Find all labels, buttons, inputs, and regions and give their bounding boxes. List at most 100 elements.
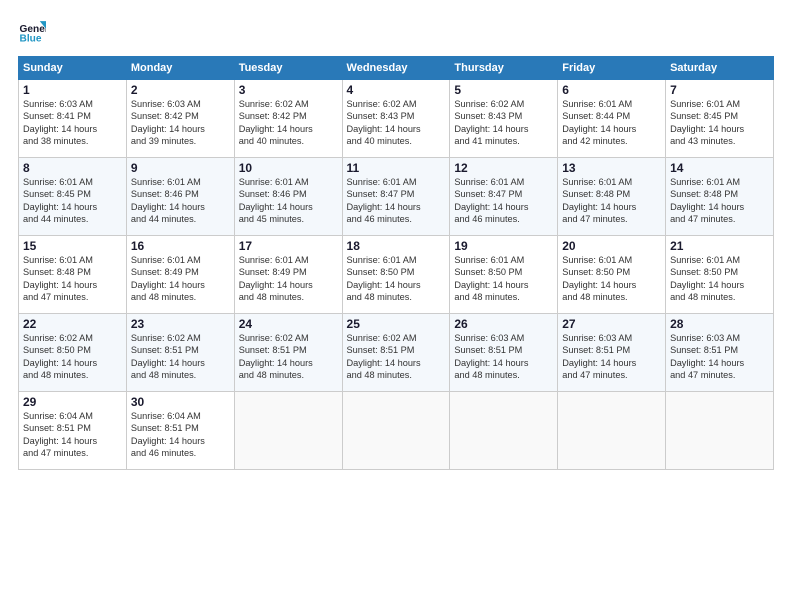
day-number: 23: [131, 317, 230, 331]
day-header-wednesday: Wednesday: [342, 57, 450, 80]
day-number: 14: [670, 161, 769, 175]
calendar-cell: 15Sunrise: 6:01 AMSunset: 8:48 PMDayligh…: [19, 236, 127, 314]
day-header-sunday: Sunday: [19, 57, 127, 80]
day-number: 9: [131, 161, 230, 175]
calendar-cell: 4Sunrise: 6:02 AMSunset: 8:43 PMDaylight…: [342, 80, 450, 158]
day-info: Sunrise: 6:02 AMSunset: 8:51 PMDaylight:…: [239, 332, 338, 382]
day-number: 3: [239, 83, 338, 97]
day-info: Sunrise: 6:04 AMSunset: 8:51 PMDaylight:…: [131, 410, 230, 460]
calendar-cell: 17Sunrise: 6:01 AMSunset: 8:49 PMDayligh…: [234, 236, 342, 314]
day-number: 11: [347, 161, 446, 175]
calendar-cell: 22Sunrise: 6:02 AMSunset: 8:50 PMDayligh…: [19, 314, 127, 392]
day-info: Sunrise: 6:01 AMSunset: 8:45 PMDaylight:…: [23, 176, 122, 226]
day-number: 17: [239, 239, 338, 253]
day-number: 6: [562, 83, 661, 97]
day-header-thursday: Thursday: [450, 57, 558, 80]
day-number: 4: [347, 83, 446, 97]
day-info: Sunrise: 6:01 AMSunset: 8:44 PMDaylight:…: [562, 98, 661, 148]
calendar-cell: 21Sunrise: 6:01 AMSunset: 8:50 PMDayligh…: [666, 236, 774, 314]
day-header-tuesday: Tuesday: [234, 57, 342, 80]
calendar-cell: 27Sunrise: 6:03 AMSunset: 8:51 PMDayligh…: [558, 314, 666, 392]
calendar-cell: 25Sunrise: 6:02 AMSunset: 8:51 PMDayligh…: [342, 314, 450, 392]
day-info: Sunrise: 6:01 AMSunset: 8:47 PMDaylight:…: [347, 176, 446, 226]
day-info: Sunrise: 6:02 AMSunset: 8:43 PMDaylight:…: [454, 98, 553, 148]
day-info: Sunrise: 6:02 AMSunset: 8:42 PMDaylight:…: [239, 98, 338, 148]
calendar-cell: [342, 392, 450, 470]
calendar-cell: 9Sunrise: 6:01 AMSunset: 8:46 PMDaylight…: [126, 158, 234, 236]
calendar-cell: 12Sunrise: 6:01 AMSunset: 8:47 PMDayligh…: [450, 158, 558, 236]
day-number: 12: [454, 161, 553, 175]
day-info: Sunrise: 6:03 AMSunset: 8:51 PMDaylight:…: [562, 332, 661, 382]
day-info: Sunrise: 6:03 AMSunset: 8:51 PMDaylight:…: [670, 332, 769, 382]
day-info: Sunrise: 6:02 AMSunset: 8:51 PMDaylight:…: [131, 332, 230, 382]
calendar-cell: 11Sunrise: 6:01 AMSunset: 8:47 PMDayligh…: [342, 158, 450, 236]
day-number: 2: [131, 83, 230, 97]
day-number: 26: [454, 317, 553, 331]
calendar-cell: 14Sunrise: 6:01 AMSunset: 8:48 PMDayligh…: [666, 158, 774, 236]
day-number: 16: [131, 239, 230, 253]
day-number: 7: [670, 83, 769, 97]
day-info: Sunrise: 6:01 AMSunset: 8:50 PMDaylight:…: [670, 254, 769, 304]
day-header-saturday: Saturday: [666, 57, 774, 80]
day-number: 13: [562, 161, 661, 175]
calendar-cell: 10Sunrise: 6:01 AMSunset: 8:46 PMDayligh…: [234, 158, 342, 236]
day-number: 25: [347, 317, 446, 331]
day-info: Sunrise: 6:01 AMSunset: 8:49 PMDaylight:…: [239, 254, 338, 304]
day-info: Sunrise: 6:01 AMSunset: 8:47 PMDaylight:…: [454, 176, 553, 226]
svg-text:Blue: Blue: [20, 33, 42, 44]
day-number: 18: [347, 239, 446, 253]
day-info: Sunrise: 6:02 AMSunset: 8:51 PMDaylight:…: [347, 332, 446, 382]
day-number: 1: [23, 83, 122, 97]
calendar-cell: 30Sunrise: 6:04 AMSunset: 8:51 PMDayligh…: [126, 392, 234, 470]
day-info: Sunrise: 6:04 AMSunset: 8:51 PMDaylight:…: [23, 410, 122, 460]
day-info: Sunrise: 6:01 AMSunset: 8:45 PMDaylight:…: [670, 98, 769, 148]
day-info: Sunrise: 6:02 AMSunset: 8:43 PMDaylight:…: [347, 98, 446, 148]
calendar-cell: 8Sunrise: 6:01 AMSunset: 8:45 PMDaylight…: [19, 158, 127, 236]
calendar-cell: [450, 392, 558, 470]
calendar-cell: 2Sunrise: 6:03 AMSunset: 8:42 PMDaylight…: [126, 80, 234, 158]
day-info: Sunrise: 6:01 AMSunset: 8:49 PMDaylight:…: [131, 254, 230, 304]
day-info: Sunrise: 6:01 AMSunset: 8:48 PMDaylight:…: [23, 254, 122, 304]
day-number: 10: [239, 161, 338, 175]
calendar-cell: 29Sunrise: 6:04 AMSunset: 8:51 PMDayligh…: [19, 392, 127, 470]
day-info: Sunrise: 6:01 AMSunset: 8:50 PMDaylight:…: [347, 254, 446, 304]
calendar-cell: 26Sunrise: 6:03 AMSunset: 8:51 PMDayligh…: [450, 314, 558, 392]
day-number: 24: [239, 317, 338, 331]
day-number: 8: [23, 161, 122, 175]
calendar-table: SundayMondayTuesdayWednesdayThursdayFrid…: [18, 56, 774, 470]
calendar-cell: 16Sunrise: 6:01 AMSunset: 8:49 PMDayligh…: [126, 236, 234, 314]
day-info: Sunrise: 6:03 AMSunset: 8:51 PMDaylight:…: [454, 332, 553, 382]
calendar-cell: 1Sunrise: 6:03 AMSunset: 8:41 PMDaylight…: [19, 80, 127, 158]
day-number: 15: [23, 239, 122, 253]
day-header-monday: Monday: [126, 57, 234, 80]
calendar-cell: 23Sunrise: 6:02 AMSunset: 8:51 PMDayligh…: [126, 314, 234, 392]
day-info: Sunrise: 6:03 AMSunset: 8:42 PMDaylight:…: [131, 98, 230, 148]
day-number: 19: [454, 239, 553, 253]
day-info: Sunrise: 6:01 AMSunset: 8:50 PMDaylight:…: [454, 254, 553, 304]
day-number: 21: [670, 239, 769, 253]
day-number: 20: [562, 239, 661, 253]
day-info: Sunrise: 6:01 AMSunset: 8:48 PMDaylight:…: [670, 176, 769, 226]
calendar-cell: 6Sunrise: 6:01 AMSunset: 8:44 PMDaylight…: [558, 80, 666, 158]
day-info: Sunrise: 6:01 AMSunset: 8:46 PMDaylight:…: [131, 176, 230, 226]
calendar-cell: 20Sunrise: 6:01 AMSunset: 8:50 PMDayligh…: [558, 236, 666, 314]
calendar-cell: 19Sunrise: 6:01 AMSunset: 8:50 PMDayligh…: [450, 236, 558, 314]
calendar-cell: [234, 392, 342, 470]
calendar-cell: 28Sunrise: 6:03 AMSunset: 8:51 PMDayligh…: [666, 314, 774, 392]
calendar-cell: 24Sunrise: 6:02 AMSunset: 8:51 PMDayligh…: [234, 314, 342, 392]
day-number: 27: [562, 317, 661, 331]
day-number: 29: [23, 395, 122, 409]
day-info: Sunrise: 6:01 AMSunset: 8:48 PMDaylight:…: [562, 176, 661, 226]
calendar-cell: 3Sunrise: 6:02 AMSunset: 8:42 PMDaylight…: [234, 80, 342, 158]
day-number: 30: [131, 395, 230, 409]
calendar-cell: 18Sunrise: 6:01 AMSunset: 8:50 PMDayligh…: [342, 236, 450, 314]
day-info: Sunrise: 6:01 AMSunset: 8:50 PMDaylight:…: [562, 254, 661, 304]
calendar-cell: [666, 392, 774, 470]
calendar-cell: [558, 392, 666, 470]
day-info: Sunrise: 6:03 AMSunset: 8:41 PMDaylight:…: [23, 98, 122, 148]
logo: General Blue: [18, 18, 50, 46]
day-header-friday: Friday: [558, 57, 666, 80]
logo-icon: General Blue: [18, 18, 46, 46]
calendar-cell: 7Sunrise: 6:01 AMSunset: 8:45 PMDaylight…: [666, 80, 774, 158]
day-number: 22: [23, 317, 122, 331]
